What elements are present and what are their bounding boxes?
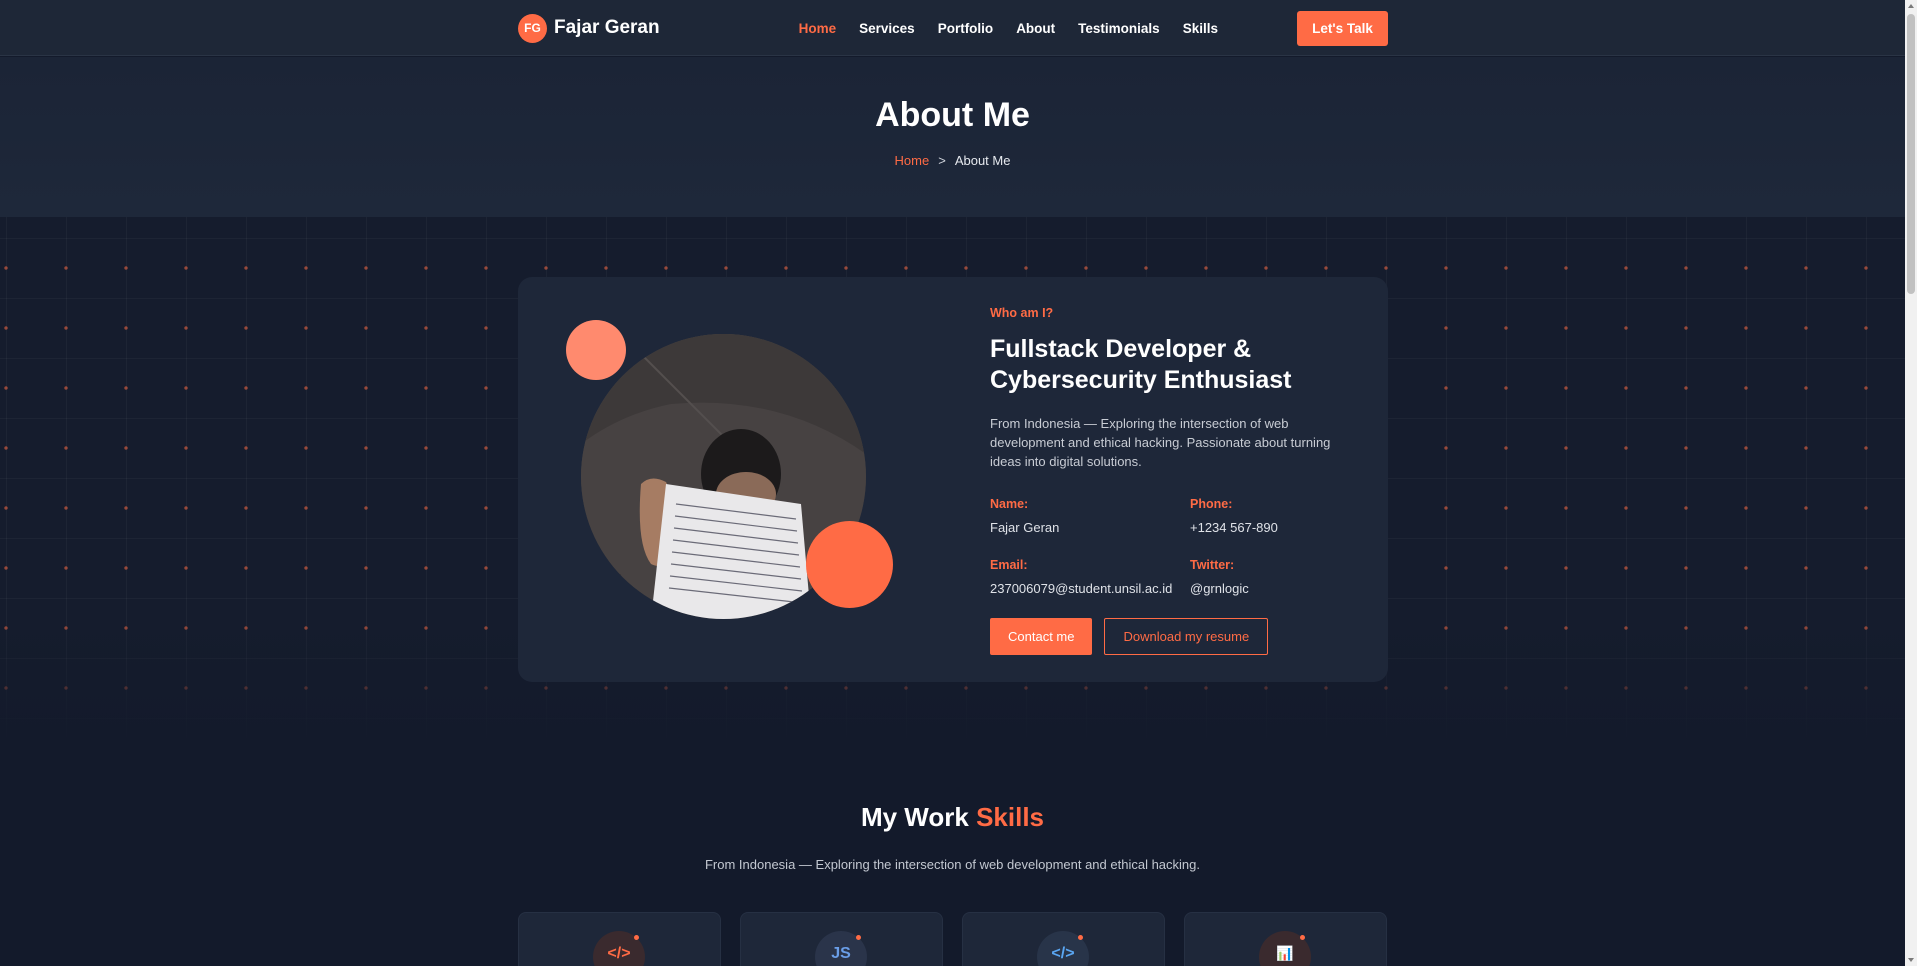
nav-link-portfolio[interactable]: Portfolio <box>938 21 994 36</box>
nav-link-about[interactable]: About <box>1016 21 1055 36</box>
skills-title-accent: Skills <box>976 802 1045 832</box>
contact-me-button[interactable]: Contact me <box>990 618 1093 655</box>
fact-label: Phone: <box>1190 497 1233 511</box>
fact-value: 237006079@student.unsil.ac.id <box>990 581 1173 596</box>
breadcrumb-current: About Me <box>954 153 1011 168</box>
skill-icon-glyph: </> <box>607 945 631 962</box>
fact-value: @grnlogic <box>1190 581 1249 596</box>
code-icon: </> <box>593 931 645 966</box>
nav-links: Home Services Portfolio About Testimonia… <box>799 21 1218 36</box>
about-heading: Fullstack Developer & Cybersecurity Enth… <box>990 335 1292 394</box>
about-actions: Contact me Download my resume <box>990 618 1360 655</box>
javascript-icon: JS <box>815 931 867 966</box>
scroll-thumb[interactable] <box>1907 14 1915 294</box>
fact-label: Twitter: <box>1190 558 1235 572</box>
navbar: FG Fajar Geran Home Services Portfolio A… <box>0 0 1905 56</box>
scroll-up-arrow-icon[interactable] <box>1908 4 1914 8</box>
skill-icon-glyph: 📊 <box>1276 945 1294 961</box>
decorative-circle-small <box>566 320 626 380</box>
skill-icon-glyph: JS <box>831 945 851 962</box>
fact-label: Email: <box>990 558 1028 572</box>
about-info: Who am I? Fullstack Developer & Cybersec… <box>990 306 1360 655</box>
fact-email: Email: 237006079@student.unsil.ac.id <box>990 558 1190 596</box>
nav-link-services[interactable]: Services <box>859 21 915 36</box>
lets-talk-button[interactable]: Let's Talk <box>1296 10 1388 46</box>
nav-link-testimonials[interactable]: Testimonials <box>1078 21 1160 36</box>
skill-card[interactable]: </> <box>518 912 721 966</box>
page-scrollbar[interactable] <box>1905 0 1917 966</box>
fact-name: Name: Fajar Geran <box>990 497 1190 535</box>
skill-icon-dot <box>1078 935 1083 940</box>
breadcrumb: Home > About Me <box>0 153 1905 168</box>
page-title: About Me <box>875 96 1030 134</box>
about-description: From Indonesia — Exploring the intersect… <box>990 416 1331 469</box>
skill-card[interactable]: </> <box>962 912 1165 966</box>
skill-card[interactable]: 📊 <box>1184 912 1387 966</box>
skill-card[interactable]: JS <box>740 912 943 966</box>
nav-link-home[interactable]: Home <box>799 21 837 36</box>
about-card: Who am I? Fullstack Developer & Cybersec… <box>518 277 1388 682</box>
fact-phone: Phone: +1234 567-890 <box>1190 497 1360 535</box>
fact-value: Fajar Geran <box>990 520 1060 535</box>
about-eyebrow: Who am I? <box>990 306 1054 320</box>
brand-name: Fajar Geran <box>554 17 660 38</box>
decorative-circle-large <box>806 521 893 608</box>
navbar-inner: FG Fajar Geran Home Services Portfolio A… <box>518 0 1388 56</box>
skill-icon-dot <box>1300 935 1305 940</box>
skill-icon-dot <box>634 935 639 940</box>
skills-subtitle: From Indonesia — Exploring the intersect… <box>704 857 1200 872</box>
skills-title: My Work Skills <box>0 802 1905 833</box>
skills-title-main: My Work <box>860 802 969 832</box>
fact-label: Name: <box>990 497 1029 511</box>
skill-icon-dot <box>856 935 861 940</box>
skill-cards: </> JS </> 📊 <box>518 912 1388 966</box>
brand-mark-icon: FG <box>518 13 547 43</box>
fact-twitter: Twitter: @grnlogic <box>1190 558 1360 596</box>
breadcrumb-home-link[interactable]: Home <box>895 153 930 168</box>
personal-facts: Name: Fajar Geran Phone: +1234 567-890 E… <box>990 497 1360 596</box>
chart-icon: 📊 <box>1259 931 1311 966</box>
scroll-down-arrow-icon[interactable] <box>1908 958 1914 962</box>
skill-icon-glyph: </> <box>1051 945 1075 962</box>
download-resume-button[interactable]: Download my resume <box>1104 618 1269 655</box>
fact-value: +1234 567-890 <box>1190 520 1278 535</box>
breadcrumb-separator-icon: > <box>938 153 946 168</box>
code-brackets-icon: </> <box>1037 931 1089 966</box>
brand-logo[interactable]: FG Fajar Geran <box>518 13 660 43</box>
nav-link-skills[interactable]: Skills <box>1183 21 1218 36</box>
page-header: About Me Home > About Me <box>0 57 1905 217</box>
